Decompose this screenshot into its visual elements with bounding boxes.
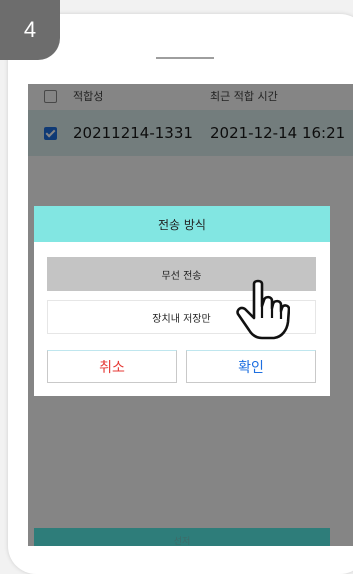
ok-button[interactable]: 확인 xyxy=(186,350,316,383)
hand-pointer-icon xyxy=(236,279,290,340)
drag-handle xyxy=(156,57,214,59)
dialog-title: 전송 방식 xyxy=(34,206,330,242)
step-badge: 4 xyxy=(0,0,60,60)
app-screen: 적합성 최근 적합 시간 20211214-1331 2021-12-14 16… xyxy=(28,84,353,546)
cancel-button[interactable]: 취소 xyxy=(47,350,177,383)
bottom-action-button[interactable]: 선저 xyxy=(34,528,330,546)
